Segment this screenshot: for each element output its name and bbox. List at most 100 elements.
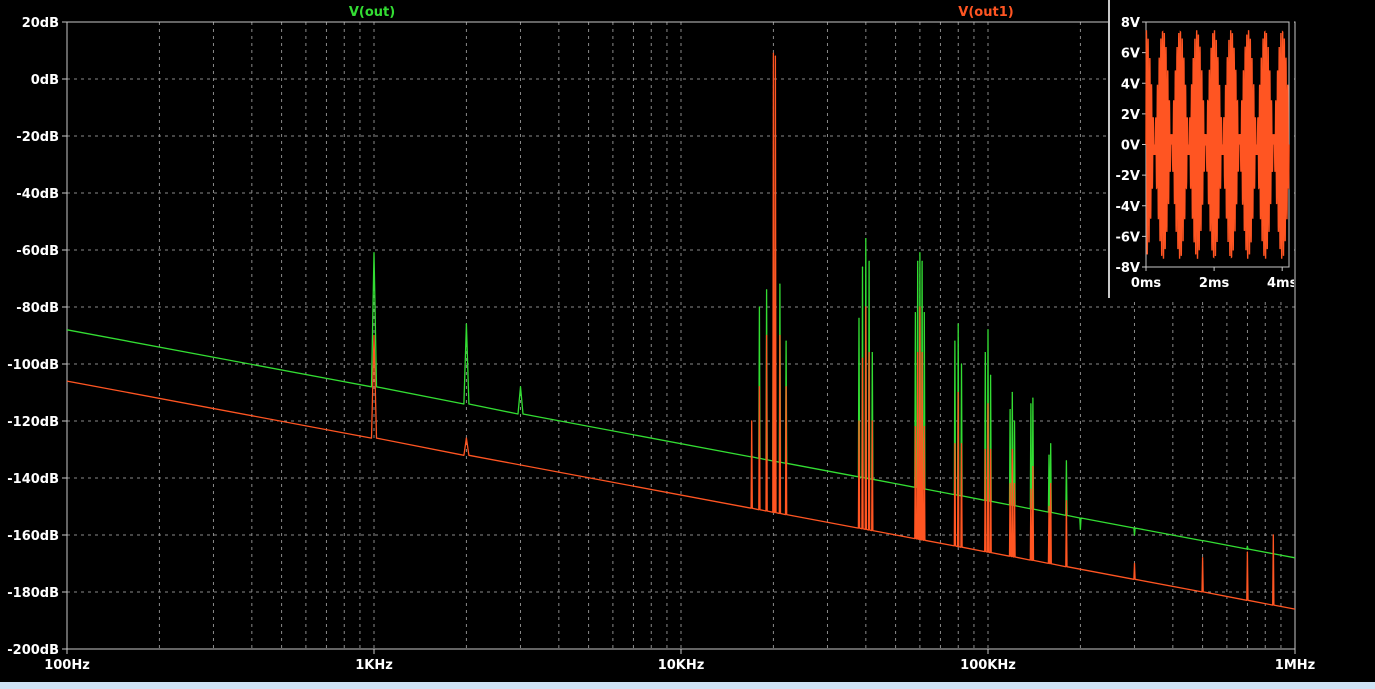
- y-tick-label: -140dB: [7, 472, 59, 487]
- x-tick-label: 100KHz: [960, 658, 1016, 673]
- legend-v-out1[interactable]: V(out1): [958, 5, 1013, 20]
- inset-y-tick-label: -6V: [1115, 230, 1140, 245]
- y-tick-label: -40dB: [16, 187, 59, 202]
- spectral-peak: [858, 420, 860, 422]
- y-tick-label: -100dB: [7, 358, 59, 373]
- x-tick-label: 100Hz: [44, 658, 90, 673]
- inset-y-tick-label: 8V: [1121, 16, 1140, 31]
- spectral-peak: [984, 352, 986, 354]
- spectral-peak: [954, 443, 956, 445]
- spectral-peak: [785, 386, 787, 388]
- spectral-peak: [1065, 500, 1067, 502]
- spectral-peak: [758, 306, 761, 308]
- spectral-peak: [868, 260, 870, 262]
- y-tick-label: -160dB: [7, 529, 59, 544]
- spectral-peak: [1048, 505, 1050, 508]
- spectral-peak: [1048, 454, 1050, 456]
- spectral-peak: [1011, 391, 1013, 394]
- x-tick-label: 1MHz: [1275, 658, 1315, 673]
- spectral-peak: [858, 317, 860, 319]
- spectral-peak: [785, 340, 787, 342]
- spectral-peak: [1030, 488, 1032, 490]
- spectral-peak: [1133, 534, 1136, 536]
- spectral-peak: [914, 312, 917, 314]
- inset-y-tick-label: 2V: [1121, 108, 1140, 123]
- inset-series-line: [1145, 30, 1290, 259]
- spectral-peak: [861, 266, 864, 268]
- spectral-peak: [868, 352, 870, 354]
- spectral-peak: [1032, 466, 1034, 468]
- spectral-peak: [758, 386, 761, 388]
- spectral-peak: [766, 334, 768, 337]
- x-tick-label: 10KHz: [658, 658, 705, 673]
- spectral-peak: [1246, 545, 1248, 548]
- spectral-peak: [1079, 528, 1081, 530]
- spectral-peak: [772, 52, 775, 55]
- spectral-peak: [779, 334, 781, 337]
- spectral-peak: [871, 352, 873, 354]
- spectral-peak: [923, 312, 925, 314]
- spectral-peak: [373, 252, 375, 254]
- inset-x-tick-label: 4ms: [1267, 276, 1294, 291]
- spectral-peak: [914, 426, 917, 428]
- inset-y-tick-label: 6V: [1121, 47, 1140, 62]
- spectral-peak: [921, 352, 923, 354]
- y-tick-label: -120dB: [7, 415, 59, 430]
- spectral-peak: [465, 437, 467, 439]
- inset-series-group: [1145, 30, 1290, 259]
- spectral-peak: [1272, 534, 1274, 536]
- x-tick-label: 1KHz: [355, 658, 393, 673]
- spectral-peak: [984, 448, 986, 451]
- spectral-peak: [865, 238, 867, 240]
- spectral-peak: [779, 283, 781, 285]
- spectral-peak: [1011, 448, 1013, 451]
- inset-y-tick-label: -2V: [1115, 169, 1140, 184]
- y-tick-label: -80dB: [16, 301, 59, 316]
- spectral-peak: [919, 306, 921, 308]
- y-tick-label: -180dB: [7, 586, 59, 601]
- legend-v-out[interactable]: V(out): [349, 5, 395, 20]
- spectral-peak: [987, 403, 989, 405]
- spectral-peak: [1065, 460, 1067, 462]
- spectral-peak: [987, 329, 989, 331]
- spectral-peak: [1246, 551, 1248, 553]
- y-tick-label: 0dB: [31, 73, 59, 88]
- inset-y-tick-label: -8V: [1115, 261, 1140, 276]
- spectral-peak: [1032, 397, 1034, 399]
- status-strip: [0, 682, 1375, 689]
- inset-x-tick-label: 0ms: [1131, 276, 1162, 291]
- spectral-peak: [990, 448, 992, 451]
- spectral-peak: [923, 426, 925, 428]
- spectral-peak: [917, 260, 919, 262]
- y-tick-label: -200dB: [7, 643, 59, 658]
- spectral-peak: [919, 252, 921, 254]
- spectral-peak: [1009, 483, 1011, 485]
- inset-x-axis: 0ms 2ms 4ms: [1131, 267, 1294, 291]
- y-tick-label: 20dB: [22, 16, 59, 31]
- spectral-peak: [865, 306, 867, 308]
- spectral-peak: [519, 386, 522, 388]
- spectral-peak: [960, 443, 963, 445]
- spectral-peak: [465, 323, 467, 325]
- inset-x-tick-label: 2ms: [1199, 276, 1230, 291]
- y-tick-label: -60dB: [16, 244, 59, 259]
- spectral-peak: [774, 55, 777, 57]
- spectral-peak: [957, 323, 959, 325]
- transient-inset-plot: 8V 6V 4V 2V 0V -2V -4V -6V -8V 0ms 2ms 4ms: [1108, 0, 1294, 298]
- spectral-peak: [1050, 443, 1052, 445]
- spectral-peak: [957, 391, 959, 394]
- spectral-peak: [1202, 557, 1204, 559]
- y-axis: 20dB 0dB -20dB -40dB -60dB -80dB -100dB -120dB -…: [7, 16, 67, 658]
- inset-y-tick-label: 4V: [1121, 77, 1140, 92]
- spectral-peak: [871, 420, 873, 422]
- spectral-peak: [1013, 420, 1016, 422]
- spectral-peak: [1009, 409, 1011, 411]
- spectral-peak: [1133, 562, 1136, 565]
- spectral-peak: [1050, 483, 1052, 485]
- inset-y-axis: 8V 6V 4V 2V 0V -2V -4V -6V -8V: [1115, 16, 1146, 276]
- spectral-peak: [921, 260, 923, 262]
- spectral-peak: [1202, 540, 1204, 542]
- inset-y-tick-label: 0V: [1121, 139, 1140, 154]
- spectral-peak: [954, 340, 956, 342]
- y-tick-label: -20dB: [16, 130, 59, 145]
